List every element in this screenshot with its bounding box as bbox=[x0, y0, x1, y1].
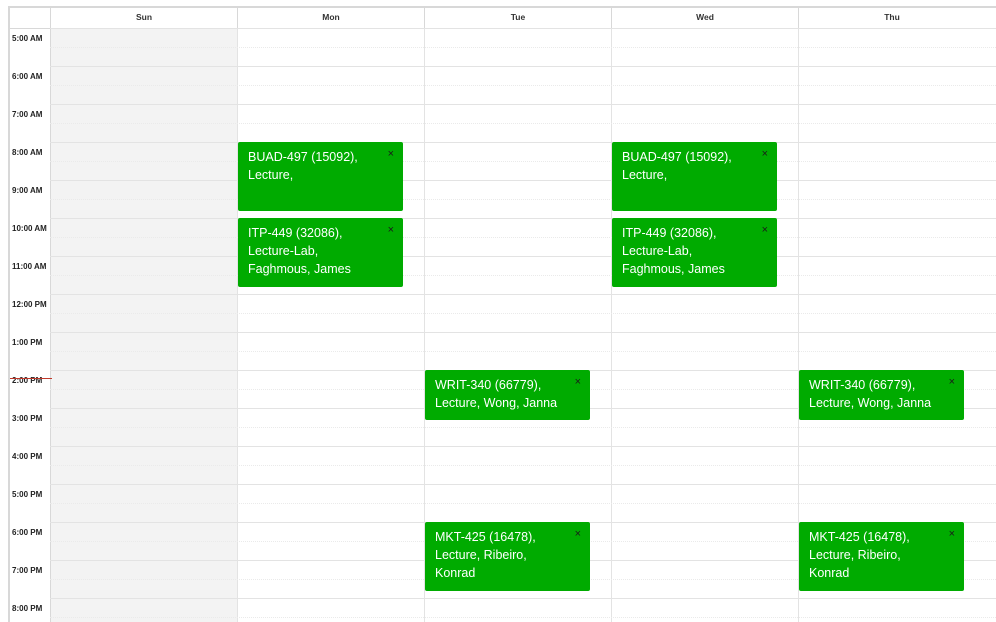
half-hour-line bbox=[50, 617, 996, 618]
course-event[interactable]: MKT-425 (16478), Lecture, Ribeiro, Konra… bbox=[799, 522, 964, 591]
course-event[interactable]: MKT-425 (16478), Lecture, Ribeiro, Konra… bbox=[425, 522, 590, 591]
hour-line bbox=[50, 66, 996, 67]
hour-line bbox=[50, 142, 996, 143]
close-icon[interactable]: × bbox=[388, 224, 394, 236]
course-event[interactable]: BUAD-497 (15092), Lecture, × bbox=[238, 142, 403, 211]
hour-line bbox=[50, 484, 996, 485]
hour-line bbox=[50, 446, 996, 447]
calendar-header: Sun Mon Tue Wed Thu bbox=[10, 8, 996, 29]
hour-line bbox=[50, 294, 996, 295]
half-hour-line bbox=[50, 503, 996, 504]
day-header-wed: Wed bbox=[611, 8, 798, 28]
time-label: 5:00 PM bbox=[12, 490, 43, 499]
day-column-sun[interactable] bbox=[50, 28, 237, 622]
time-label: 11:00 AM bbox=[12, 262, 47, 271]
half-hour-line bbox=[50, 161, 996, 162]
time-gutter: 5:00 AM 6:00 AM 7:00 AM 8:00 AM 9:00 AM 10:00… bbox=[10, 28, 51, 622]
course-event[interactable]: WRIT-340 (66779), Lecture, Wong, Janna × bbox=[425, 370, 590, 420]
hour-line bbox=[50, 218, 996, 219]
course-event[interactable]: WRIT-340 (66779), Lecture, Wong, Janna × bbox=[799, 370, 964, 420]
hour-line bbox=[50, 104, 996, 105]
time-label: 6:00 AM bbox=[12, 72, 43, 81]
event-text: MKT-425 (16478), Lecture, Ribeiro, Konra… bbox=[809, 530, 910, 580]
time-label: 7:00 AM bbox=[12, 110, 43, 119]
half-hour-line bbox=[50, 351, 996, 352]
course-event[interactable]: ITP-449 (32086), Lecture-Lab, Faghmous, … bbox=[612, 218, 777, 287]
time-label: 10:00 AM bbox=[12, 224, 47, 233]
close-icon[interactable]: × bbox=[949, 376, 955, 388]
time-label: 8:00 AM bbox=[12, 148, 43, 157]
time-label: 7:00 PM bbox=[12, 566, 43, 575]
day-header-sun: Sun bbox=[50, 8, 237, 28]
close-icon[interactable]: × bbox=[762, 148, 768, 160]
time-label: 12:00 PM bbox=[12, 300, 47, 309]
course-event[interactable]: ITP-449 (32086), Lecture-Lab, Faghmous, … bbox=[238, 218, 403, 287]
event-text: MKT-425 (16478), Lecture, Ribeiro, Konra… bbox=[435, 530, 536, 580]
time-label: 3:00 PM bbox=[12, 414, 43, 423]
event-text: ITP-449 (32086), Lecture-Lab, Faghmous, … bbox=[248, 226, 351, 276]
half-hour-line bbox=[50, 199, 996, 200]
day-header-mon: Mon bbox=[237, 8, 424, 28]
half-hour-line bbox=[50, 313, 996, 314]
time-label: 6:00 PM bbox=[12, 528, 43, 537]
time-label: 9:00 AM bbox=[12, 186, 43, 195]
half-hour-line bbox=[50, 47, 996, 48]
half-hour-line bbox=[50, 427, 996, 428]
current-time-indicator bbox=[10, 378, 52, 379]
half-hour-line bbox=[50, 85, 996, 86]
half-hour-line bbox=[50, 275, 996, 276]
hour-line bbox=[50, 332, 996, 333]
day-header-tue: Tue bbox=[424, 8, 611, 28]
time-label: 4:00 PM bbox=[12, 452, 43, 461]
hour-line bbox=[50, 28, 996, 29]
event-text: ITP-449 (32086), Lecture-Lab, Faghmous, … bbox=[622, 226, 725, 276]
close-icon[interactable]: × bbox=[575, 376, 581, 388]
week-calendar: Sun Mon Tue Wed Thu 5:00 AM 6:00 AM 7:00 A… bbox=[8, 6, 996, 622]
event-text: WRIT-340 (66779), Lecture, Wong, Janna bbox=[435, 378, 558, 410]
time-label: 5:00 AM bbox=[12, 34, 43, 43]
close-icon[interactable]: × bbox=[949, 528, 955, 540]
time-label: 1:00 PM bbox=[12, 338, 43, 347]
close-icon[interactable]: × bbox=[388, 148, 394, 160]
half-hour-line bbox=[50, 465, 996, 466]
event-text: BUAD-497 (15092), Lecture, bbox=[248, 150, 358, 182]
hour-line bbox=[50, 598, 996, 599]
close-icon[interactable]: × bbox=[575, 528, 581, 540]
event-text: WRIT-340 (66779), Lecture, Wong, Janna bbox=[809, 378, 932, 410]
course-event[interactable]: BUAD-497 (15092), Lecture, × bbox=[612, 142, 777, 211]
day-column-mon[interactable] bbox=[237, 28, 424, 622]
event-text: BUAD-497 (15092), Lecture, bbox=[622, 150, 732, 182]
day-header-thu: Thu bbox=[798, 8, 985, 28]
day-column-wed[interactable] bbox=[611, 28, 798, 622]
close-icon[interactable]: × bbox=[762, 224, 768, 236]
hour-line bbox=[50, 256, 996, 257]
hour-line bbox=[50, 180, 996, 181]
half-hour-line bbox=[50, 237, 996, 238]
half-hour-line bbox=[50, 123, 996, 124]
time-label: 8:00 PM bbox=[12, 604, 43, 613]
